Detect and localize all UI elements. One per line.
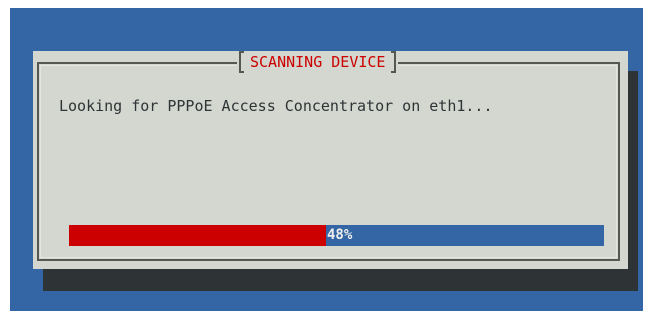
progress-percent: 48% (327, 227, 353, 243)
dialog-title-box: SCANNING DEVICE (237, 51, 399, 73)
scanning-dialog: Looking for PPPoE Access Concentrator on… (33, 51, 628, 269)
progress-fill (69, 225, 326, 246)
dialog-title: SCANNING DEVICE (250, 53, 386, 71)
status-message: Looking for PPPoE Access Concentrator on… (59, 97, 493, 115)
title-bracket-right (391, 51, 397, 73)
progress-bar: 48% (69, 225, 604, 246)
terminal-screen: Looking for PPPoE Access Concentrator on… (10, 8, 643, 311)
dialog-frame: Looking for PPPoE Access Concentrator on… (37, 62, 620, 261)
